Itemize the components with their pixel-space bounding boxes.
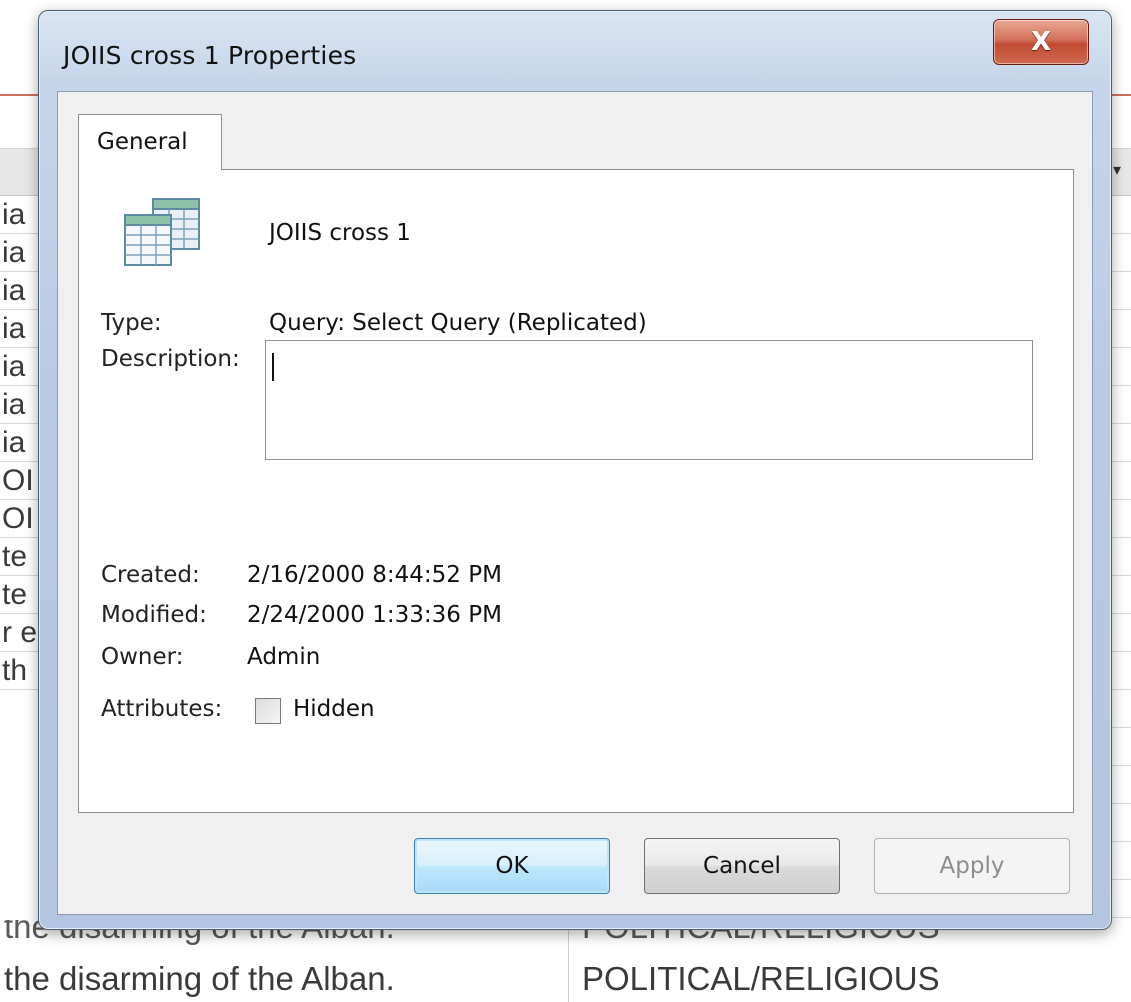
background-cell: the disarming of the Alban.	[4, 960, 395, 997]
text-caret	[272, 353, 274, 381]
object-name: JOIIS cross 1	[269, 220, 411, 246]
divider	[101, 682, 1051, 683]
column-dropdown-icon: ▾	[1112, 162, 1121, 179]
owner-label: Owner:	[101, 644, 184, 670]
hidden-checkbox-label[interactable]: Hidden	[293, 696, 375, 722]
divider	[101, 542, 1051, 543]
cancel-button[interactable]: Cancel	[644, 838, 840, 894]
attributes-label: Attributes:	[101, 696, 223, 722]
tab-general[interactable]: General	[78, 114, 222, 170]
close-button[interactable]: X	[993, 19, 1089, 65]
modified-label: Modified:	[101, 602, 207, 628]
type-value: Query: Select Query (Replicated)	[269, 310, 647, 336]
description-input[interactable]	[265, 340, 1033, 460]
type-label: Type:	[101, 310, 162, 336]
ok-button[interactable]: OK	[414, 838, 610, 894]
modified-value: 2/24/2000 1:33:36 PM	[247, 602, 502, 628]
divider	[101, 296, 1051, 297]
background-cell: POLITICAL/RELIGIOUS	[582, 960, 940, 997]
created-label: Created:	[101, 562, 200, 588]
background-bottom-row: the disarming of the Alban. POLITICAL/RE…	[0, 958, 1131, 1002]
general-tab-page: JOIIS cross 1 Type: Query: Select Query …	[78, 169, 1074, 813]
apply-button[interactable]: Apply	[874, 838, 1070, 894]
properties-dialog: JOIIS cross 1 Properties X General JOIIS…	[38, 10, 1112, 930]
close-icon: X	[1030, 27, 1052, 57]
dialog-client-area: General JOIIS cross 1 Type: Query: Selec…	[57, 91, 1093, 915]
dialog-title: JOIIS cross 1 Properties	[63, 41, 357, 70]
description-label: Description:	[101, 346, 240, 372]
hidden-checkbox[interactable]	[255, 698, 281, 724]
query-icon	[124, 198, 200, 266]
owner-value: Admin	[247, 644, 321, 670]
created-value: 2/16/2000 8:44:52 PM	[247, 562, 502, 588]
